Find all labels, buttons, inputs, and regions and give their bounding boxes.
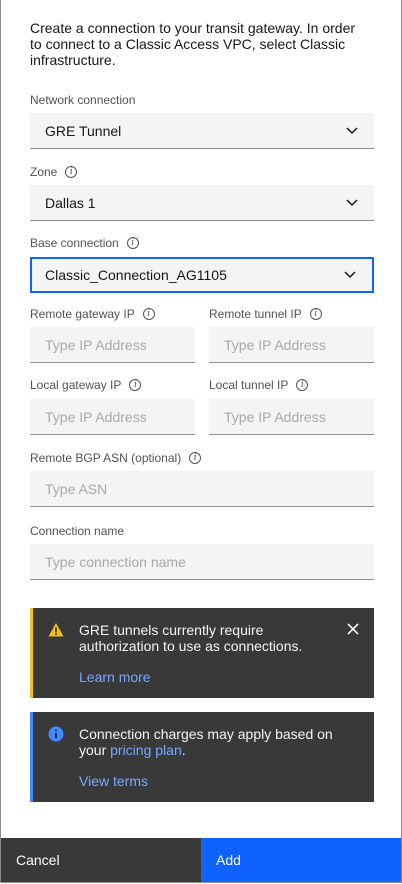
warning-text: GRE tunnels currently require authorizat… — [79, 622, 303, 654]
info-icon[interactable]: i — [142, 308, 155, 320]
base-connection-select[interactable]: Classic_Connection_AG1105 — [30, 257, 374, 293]
info-icon[interactable]: i — [126, 237, 139, 249]
remote-bgp-asn-label: Remote BGP ASN (optional) i — [30, 450, 202, 466]
zone-value: Dallas 1 — [45, 194, 96, 211]
network-connection-label: Network connection — [30, 92, 135, 108]
info-text: Connection charges may apply based on yo… — [79, 726, 339, 758]
learn-more-link[interactable]: Learn more — [79, 669, 151, 685]
connection-name-input[interactable]: Type connection name — [30, 544, 374, 580]
chevron-down-icon — [346, 198, 358, 206]
base-connection-value: Classic_Connection_AG1105 — [45, 267, 227, 283]
info-icon[interactable]: i — [129, 379, 142, 391]
info-notification: Connection charges may apply based on yo… — [30, 712, 374, 802]
remote-tunnel-ip-input[interactable]: Type IP Address — [209, 327, 374, 363]
info-icon[interactable]: i — [309, 308, 322, 320]
local-tunnel-ip-label-text: Local tunnel IP — [209, 378, 289, 392]
remote-bgp-asn-input[interactable]: Type ASN — [30, 471, 374, 507]
close-icon[interactable] — [346, 622, 360, 636]
network-connection-label-text: Network connection — [30, 93, 136, 107]
pricing-plan-link[interactable]: pricing plan — [110, 742, 182, 758]
remote-tunnel-ip-label-text: Remote tunnel IP — [209, 307, 302, 321]
chevron-down-icon — [344, 271, 356, 279]
local-tunnel-ip-label: Local tunnel IP i — [209, 377, 309, 393]
remote-tunnel-ip-placeholder: Type IP Address — [224, 336, 326, 353]
local-gateway-ip-placeholder: Type IP Address — [45, 408, 147, 425]
zone-label: Zone i — [30, 164, 78, 180]
add-button[interactable]: Add — [201, 838, 401, 882]
info-icon[interactable]: i — [65, 166, 78, 178]
base-connection-label-text: Base connection — [30, 236, 119, 250]
view-terms-link[interactable]: View terms — [79, 773, 148, 789]
local-gateway-ip-input[interactable]: Type IP Address — [30, 399, 195, 435]
info-text-after: . — [181, 742, 186, 758]
base-connection-label: Base connection i — [30, 235, 139, 251]
remote-gateway-ip-input[interactable]: Type IP Address — [30, 327, 195, 363]
chevron-down-icon — [346, 126, 358, 134]
remote-gateway-ip-label-text: Remote gateway IP — [30, 307, 135, 321]
local-tunnel-ip-placeholder: Type IP Address — [224, 408, 326, 425]
remote-bgp-asn-placeholder: Type ASN — [45, 480, 108, 497]
warning-notification: GRE tunnels currently require authorizat… — [30, 608, 374, 698]
intro-text: Create a connection to your transit gate… — [30, 20, 356, 68]
connection-name-label: Connection name — [30, 523, 124, 539]
warning-icon — [48, 623, 64, 637]
local-gateway-ip-label: Local gateway IP i — [30, 377, 142, 393]
connection-name-label-text: Connection name — [30, 524, 125, 538]
cancel-button[interactable]: Cancel — [1, 838, 201, 882]
remote-gateway-ip-label: Remote gateway IP i — [30, 306, 155, 322]
create-connection-panel: Create a connection to your transit gate… — [0, 0, 402, 883]
footer-actions: Cancel Add — [1, 838, 401, 882]
remote-tunnel-ip-label: Remote tunnel IP i — [209, 306, 322, 322]
remote-bgp-asn-label-text: Remote BGP ASN (optional) — [30, 451, 182, 465]
local-tunnel-ip-input[interactable]: Type IP Address — [209, 399, 374, 435]
info-icon[interactable]: i — [296, 379, 309, 391]
local-gateway-ip-label-text: Local gateway IP — [30, 378, 122, 392]
zone-select[interactable]: Dallas 1 — [30, 185, 374, 221]
network-connection-select[interactable]: GRE Tunnel — [30, 113, 374, 149]
connection-name-placeholder: Type connection name — [45, 553, 186, 570]
info-icon[interactable]: i — [189, 452, 202, 464]
network-connection-value: GRE Tunnel — [45, 122, 122, 139]
zone-label-text: Zone — [30, 165, 58, 179]
remote-gateway-ip-placeholder: Type IP Address — [45, 336, 147, 353]
info-icon — [48, 726, 64, 742]
